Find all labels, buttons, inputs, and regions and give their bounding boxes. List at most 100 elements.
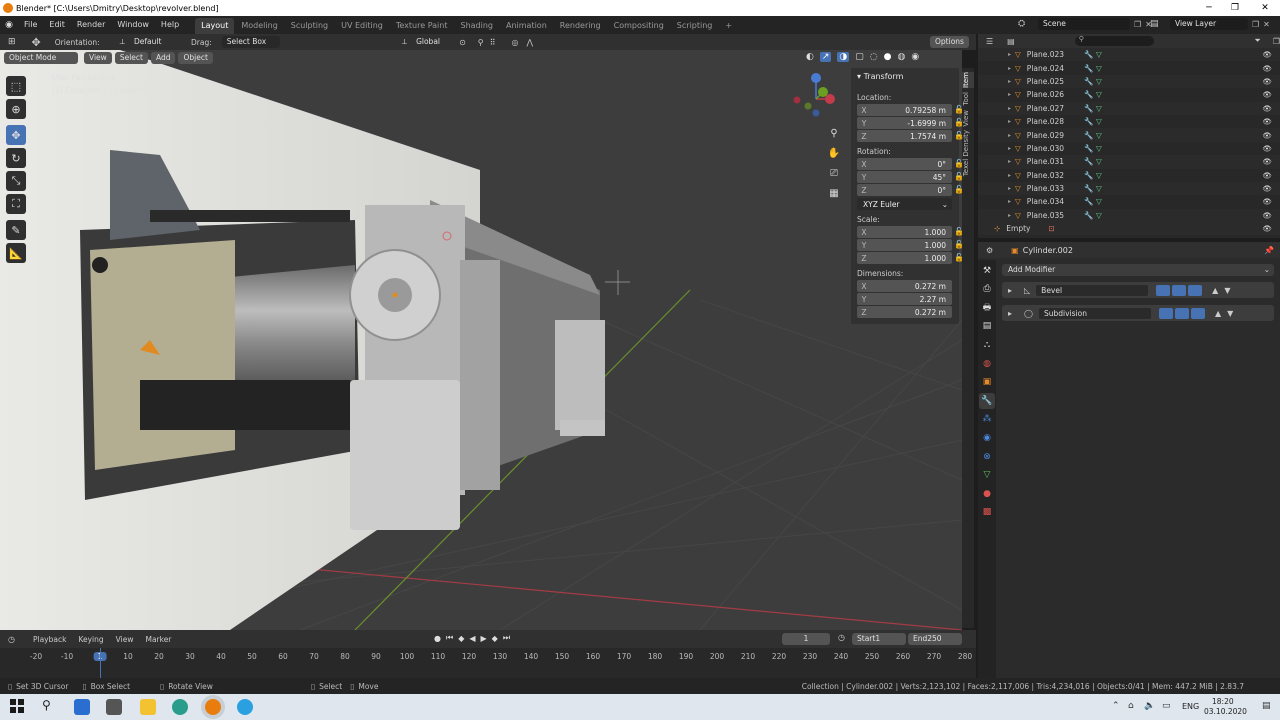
tab-tool[interactable]: Tool bbox=[962, 92, 974, 106]
options-dropdown[interactable]: Options bbox=[930, 36, 969, 48]
file-explorer-icon[interactable] bbox=[140, 699, 156, 715]
edge-browser-icon[interactable] bbox=[172, 699, 188, 715]
volume-icon[interactable]: 🔈 bbox=[1144, 701, 1155, 711]
close-button[interactable]: ✕ bbox=[1252, 0, 1278, 16]
add-workspace-icon[interactable]: + bbox=[719, 18, 738, 34]
tab-scripting[interactable]: Scripting bbox=[671, 18, 719, 34]
modifier-name-field[interactable]: Bevel bbox=[1036, 284, 1149, 296]
properties-editor-icon[interactable]: ⚙ bbox=[986, 246, 993, 255]
timeline-editor-icon[interactable]: ◷ bbox=[8, 635, 15, 644]
expand-arrow-icon[interactable]: ▸ bbox=[1008, 51, 1011, 58]
expand-arrow-icon[interactable]: ▸ bbox=[1008, 212, 1011, 219]
select-box-icon[interactable]: ⬚ bbox=[6, 76, 26, 96]
pivot-icon[interactable]: ⊙ bbox=[459, 38, 466, 47]
display-icon[interactable]: ▭ bbox=[1162, 701, 1171, 711]
location-x-field[interactable]: X 0.79258 m 🔓 bbox=[857, 104, 964, 116]
wireframe-shading-icon[interactable]: ◌ bbox=[870, 52, 878, 62]
overlay-toggle-icon[interactable]: ◑ bbox=[837, 52, 850, 62]
particles-tab-icon[interactable]: ⁂ bbox=[979, 411, 995, 427]
expand-arrow-icon[interactable]: ▸ bbox=[1008, 158, 1011, 165]
gizmo-toggle-icon[interactable]: ↗ bbox=[819, 52, 832, 62]
notifications-icon[interactable]: ▤ bbox=[1262, 701, 1271, 711]
menu-help[interactable]: Help bbox=[155, 16, 185, 34]
visibility-eye-icon[interactable]: 👁 bbox=[1262, 211, 1272, 220]
modifier-bevel[interactable]: ▸ ◺ Bevel ▲ ▼ ✕ bbox=[1002, 282, 1274, 298]
outliner-item-empty[interactable]: ⊹ Empty ⊡ 👁 bbox=[978, 222, 1280, 236]
rotation-y-field[interactable]: Y 45° 🔓 bbox=[857, 171, 964, 183]
expand-arrow-icon[interactable]: ▸ bbox=[1008, 309, 1012, 318]
render-toggle-icon[interactable] bbox=[1190, 307, 1205, 319]
object-mode-dropdown[interactable]: Object Mode bbox=[4, 52, 78, 64]
output-tab-icon[interactable]: 🖶 bbox=[979, 300, 995, 316]
move-down-icon[interactable]: ▼ bbox=[1227, 309, 1233, 318]
transform-orientation-dropdown[interactable]: Global bbox=[411, 36, 452, 48]
outliner-item[interactable]: ▸ ▽ Plane.024 🔧 ▽ 👁 bbox=[978, 61, 1280, 74]
play-icon[interactable]: ▶ bbox=[481, 634, 487, 643]
blender-taskbar-icon[interactable] bbox=[205, 699, 221, 715]
navigation-gizmo[interactable] bbox=[790, 70, 840, 120]
visibility-eye-icon[interactable]: 👁 bbox=[1262, 64, 1272, 73]
mail-app-icon[interactable] bbox=[74, 699, 90, 715]
proportional-edit-icon[interactable]: ◎ bbox=[512, 38, 519, 47]
expand-arrow-icon[interactable]: ▸ bbox=[1008, 185, 1011, 192]
hand-pan-icon[interactable]: ✋ bbox=[826, 148, 842, 168]
menu-add[interactable]: Add bbox=[150, 52, 176, 64]
outliner-item[interactable]: ▸ ▽ Plane.031 🔧 ▽ 👁 bbox=[978, 155, 1280, 169]
windows-start-icon[interactable] bbox=[10, 699, 24, 713]
expand-arrow-icon[interactable]: ▸ bbox=[1008, 132, 1011, 139]
view-layer-field[interactable]: View Layer bbox=[1170, 18, 1248, 30]
edit-mode-toggle-icon[interactable] bbox=[1158, 307, 1173, 319]
rotation-x-field[interactable]: X 0° 🔓 bbox=[857, 158, 964, 170]
display-mode-icon[interactable]: ▤ bbox=[1007, 37, 1015, 46]
outliner-item[interactable]: ▸ ▽ Plane.030 🔧 ▽ 👁 bbox=[978, 142, 1280, 155]
tab-layout[interactable]: Layout bbox=[195, 18, 235, 34]
ortho-grid-icon[interactable]: ▦ bbox=[826, 188, 842, 208]
edit-mode-toggle-icon[interactable] bbox=[1156, 284, 1171, 296]
outliner-item[interactable]: ▸ ▽ Plane.023 🔧 ▽ 👁 bbox=[978, 48, 1280, 62]
texture-tab-icon[interactable]: ▩ bbox=[979, 504, 995, 520]
scene-selector[interactable]: ⛭ Scene ❐ ✕ bbox=[1018, 18, 1152, 30]
measure-icon[interactable]: 📐 bbox=[6, 243, 26, 263]
visibility-eye-icon[interactable]: 👁 bbox=[1262, 50, 1272, 59]
menu-file[interactable]: File bbox=[18, 16, 43, 34]
tab-shading[interactable]: Shading bbox=[454, 18, 499, 34]
visibility-eye-icon[interactable]: 👁 bbox=[1262, 104, 1272, 113]
next-keyframe-icon[interactable]: ◆ bbox=[492, 634, 498, 643]
scale-icon[interactable]: ⤡ bbox=[6, 171, 26, 191]
visibility-eye-icon[interactable]: 👁 bbox=[1262, 144, 1272, 153]
annotate-icon[interactable]: ✎ bbox=[6, 220, 26, 240]
visibility-icon[interactable]: ◐ bbox=[806, 52, 814, 62]
visibility-eye-icon[interactable]: 👁 bbox=[1262, 184, 1272, 193]
data-tab-icon[interactable]: ▽ bbox=[979, 467, 995, 483]
visibility-eye-icon[interactable]: 👁 bbox=[1262, 77, 1272, 86]
view-layer-tab-icon[interactable]: ▤ bbox=[979, 318, 995, 334]
menu-view[interactable]: View bbox=[84, 52, 112, 64]
remove-view-layer-icon[interactable]: ✕ bbox=[1263, 20, 1270, 29]
rotate-icon[interactable]: ↻ bbox=[6, 148, 26, 168]
rotation-mode-dropdown[interactable]: XYZ Euler ⌄ bbox=[857, 198, 952, 210]
visibility-eye-icon[interactable]: 👁 bbox=[1262, 197, 1272, 206]
expand-arrow-icon[interactable]: ▸ bbox=[1008, 91, 1011, 98]
constraints-tab-icon[interactable]: ⊗ bbox=[979, 449, 995, 465]
pin-icon[interactable]: 📌 bbox=[1264, 246, 1274, 255]
telegram-icon[interactable] bbox=[237, 699, 253, 715]
visibility-eye-icon[interactable]: 👁 bbox=[1262, 117, 1272, 126]
timeline-ruler[interactable]: -20-101102030405060708090100110120130140… bbox=[0, 648, 976, 678]
expand-arrow-icon[interactable]: ▸ bbox=[1008, 145, 1011, 152]
tray-chevron-icon[interactable]: ⌃ bbox=[1112, 701, 1120, 711]
menu-object[interactable]: Object bbox=[178, 52, 213, 64]
visibility-eye-icon[interactable]: 👁 bbox=[1262, 171, 1272, 180]
realtime-toggle-icon[interactable] bbox=[1172, 284, 1187, 296]
new-collection-icon[interactable]: ❐ bbox=[1273, 37, 1280, 46]
end-frame-field[interactable]: End250 bbox=[908, 633, 962, 645]
dimensions-x-field[interactable]: X 0.272 m bbox=[857, 280, 952, 292]
outliner-item[interactable]: ▸ ▽ Plane.026 🔧 ▽ 👁 bbox=[978, 88, 1280, 101]
menu-playback[interactable]: Playback bbox=[33, 635, 66, 644]
visibility-eye-icon[interactable]: 👁 bbox=[1262, 131, 1272, 140]
scale-x-field[interactable]: X 1.000 🔓 bbox=[857, 226, 964, 238]
snap-icon[interactable]: ⚲ bbox=[478, 38, 484, 47]
tab-item[interactable]: Item bbox=[962, 72, 974, 88]
render-tab-icon[interactable]: ⎙ bbox=[979, 281, 995, 297]
snap-target-icon[interactable]: ⠿ bbox=[490, 38, 496, 47]
expand-arrow-icon[interactable]: ▸ bbox=[1008, 65, 1011, 72]
